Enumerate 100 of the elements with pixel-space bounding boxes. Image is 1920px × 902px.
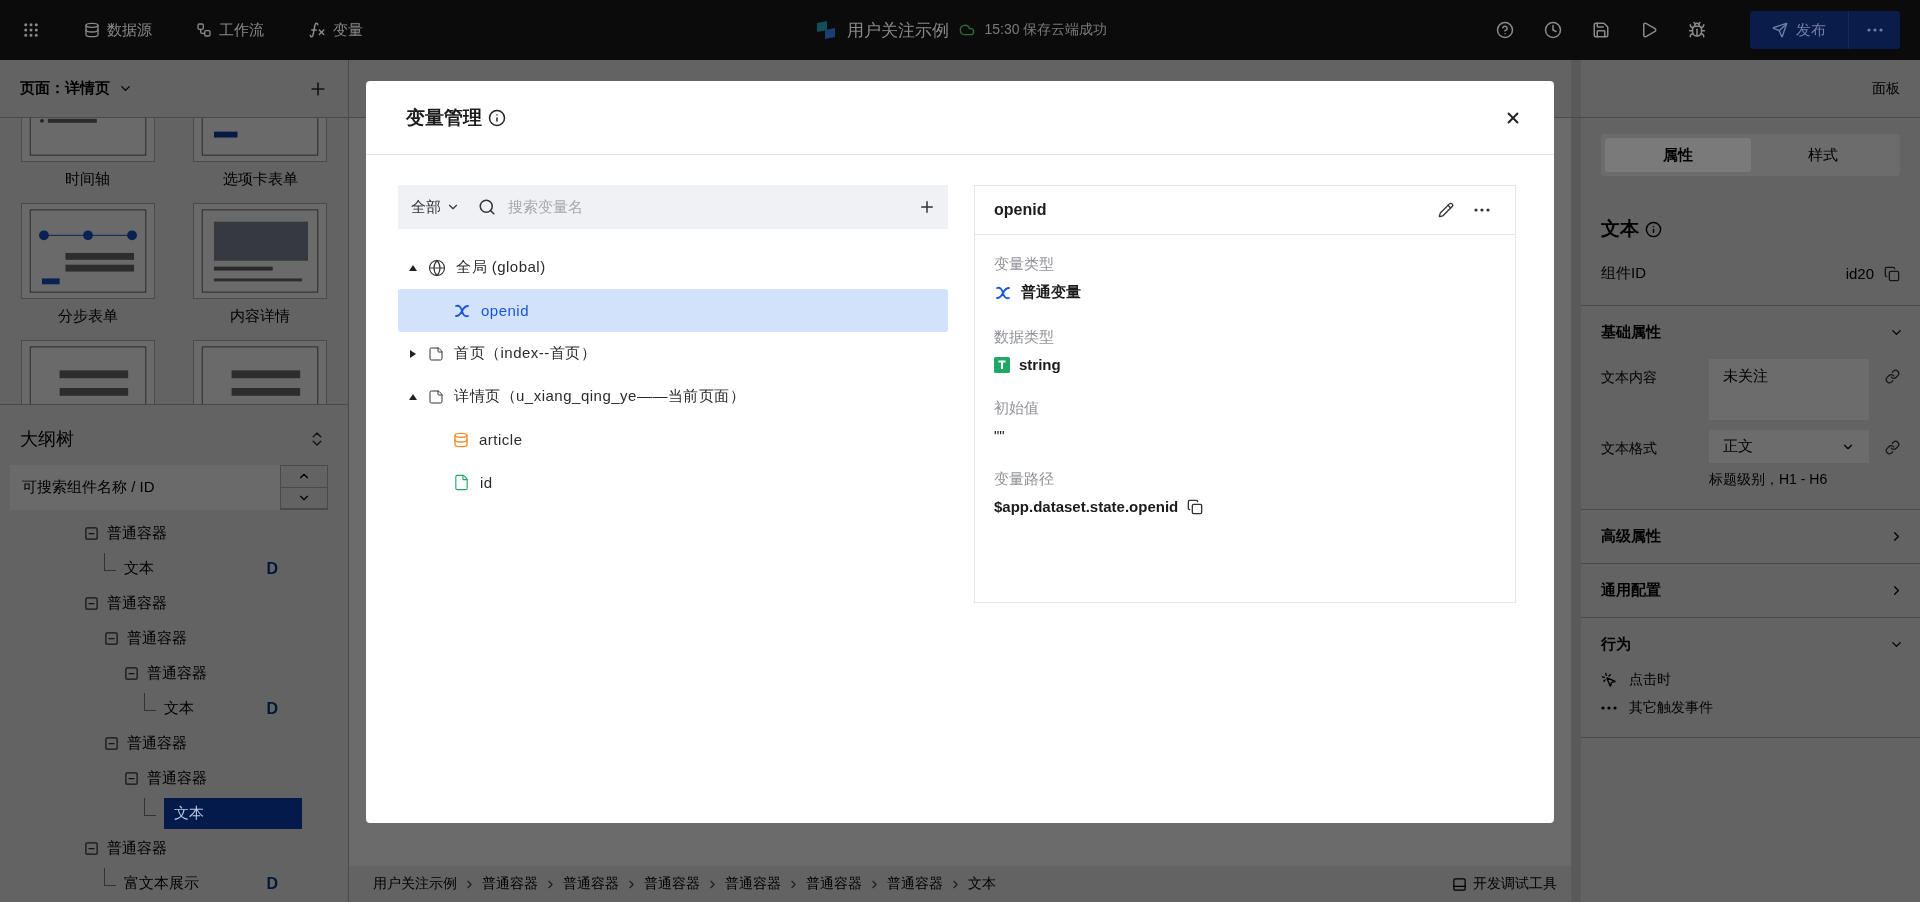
component-title: 文本 [1601,217,1639,241]
breadcrumb-link[interactable]: 普通容器 [806,875,862,893]
collapse-icon[interactable] [124,666,139,681]
variable-tree-item[interactable]: id [398,461,948,504]
copy-button[interactable] [1187,498,1204,515]
template-preview-drawing[interactable] [193,203,328,299]
collapse-icon[interactable] [104,736,119,751]
caret-right-icon[interactable] [408,348,418,359]
text-content-field[interactable]: 未关注 [1709,359,1869,420]
scope-tree-item[interactable]: 详情页（u_xiang_qing_ye——当前页面） [398,375,948,418]
collapse-icon[interactable] [124,771,139,786]
breadcrumb-link[interactable]: 普通容器 [644,875,700,893]
nav-item[interactable]: 变量 [308,20,363,40]
help-icon[interactable] [1496,21,1514,39]
text-type-icon [994,356,1010,373]
bind-link-icon[interactable] [1885,369,1900,384]
edit-button[interactable] [1438,202,1454,218]
section-header[interactable]: 通用配置 [1581,564,1920,617]
template-preview-drawing[interactable] [20,203,155,299]
page-selector[interactable]: 页面：详情页 [20,79,133,98]
detail-label: 数据类型 [994,328,1055,347]
scope-tree-item[interactable]: 全局 (global) [398,246,948,289]
outline-tree-item[interactable]: 文本 [164,699,194,718]
detail-label: 变量路径 [994,470,1055,489]
pointer-click-icon [1601,672,1617,688]
outline-title: 大纲树 [20,428,74,451]
panel-tab[interactable]: 样式 [1750,138,1896,172]
outline-tree-item[interactable]: 文本 [164,798,302,829]
scope-filter-dropdown[interactable]: 全部 [411,197,460,217]
more-icon [1601,706,1617,710]
add-variable-button[interactable] [918,198,936,216]
collapse-icon[interactable] [84,841,99,856]
field-label: 文本内容 [1601,368,1658,387]
app-logo-icon [814,19,837,41]
field-label: 文本格式 [1601,439,1658,458]
app-title: 用户关注示例 [846,19,949,42]
add-icon [918,198,936,216]
pencil-icon [1438,202,1454,218]
variable-tree-item[interactable]: article [398,418,948,461]
detail-label: 变量类型 [994,255,1055,274]
outline-tree-item[interactable]: 普通容器 [127,734,187,753]
file-icon [453,474,470,491]
database-icon [84,22,100,38]
variable-search-field[interactable]: 搜索变量名 [478,197,900,217]
collapse-icon[interactable] [84,596,99,611]
function-icon [308,21,326,39]
globe-icon [428,258,446,277]
panel-tab[interactable]: 属性 [1605,138,1751,172]
history-icon[interactable] [1544,21,1562,39]
detail-value: $app.dataset.state.openid [994,498,1179,515]
section-header[interactable]: 基础属性 [1581,306,1920,359]
bind-link-icon[interactable] [1885,440,1900,455]
workflow-icon [196,22,212,38]
play-icon[interactable] [1640,21,1658,39]
section-header[interactable]: 行为 [1581,618,1920,671]
copy-icon[interactable] [1884,265,1900,282]
panel-icon [1452,876,1467,892]
publish-button[interactable]: 发布 [1750,11,1848,49]
outline-search-field[interactable]: 可搜索组件名称 / ID [10,465,280,510]
dialog-title: 变量管理 [406,105,482,130]
variable-tree-item[interactable]: openid [398,289,948,332]
outline-tree-item[interactable]: 文本 [124,559,154,578]
text-format-select[interactable]: 正文 [1709,430,1869,463]
breadcrumb-link[interactable]: 普通容器 [725,875,781,893]
field-hint: 标题级别，H1 - H6 [1709,471,1829,489]
page-icon [428,388,444,405]
event-item[interactable]: 点击时 [1629,671,1671,689]
scope-tree-item[interactable]: 首页（index--首页） [398,332,948,375]
outline-tree-item[interactable]: 普通容器 [147,769,207,788]
section-header[interactable]: 高级属性 [1581,510,1920,563]
breadcrumb-link[interactable]: 用户关注示例 [373,875,457,893]
outline-tree-item[interactable]: 富文本展示 [124,874,199,893]
event-item[interactable]: 其它触发事件 [1629,699,1713,717]
save-icon[interactable] [1592,21,1610,39]
component-id-value: id20 [1845,265,1874,282]
collapse-icon[interactable] [104,631,119,646]
bug-icon[interactable] [1688,21,1706,39]
outline-tree-item[interactable]: 普通容器 [127,629,187,648]
breadcrumb-link[interactable]: 普通容器 [563,875,619,893]
outline-tree-item[interactable]: 普通容器 [107,524,167,543]
more-icon [1474,208,1490,212]
nav-item[interactable]: 数据源 [84,20,152,40]
collapse-icon[interactable] [84,526,99,541]
nav-item[interactable]: 工作流 [196,20,264,40]
info-icon [1645,220,1662,238]
page-icon [428,345,444,362]
detail-value: "" [994,427,1005,444]
breadcrumb-link[interactable]: 文本 [968,875,996,893]
devtools-button[interactable]: 开发调试工具 [1452,875,1557,893]
more-button[interactable] [1474,208,1490,212]
outline-tree-item[interactable]: 普通容器 [147,664,207,683]
outline-tree-item[interactable]: 普通容器 [107,839,167,858]
outline-tree-item[interactable]: 普通容器 [107,594,167,613]
detail-value: string [1019,356,1061,373]
breadcrumb-link[interactable]: 普通容器 [887,875,943,893]
component-id-label: 组件ID [1601,264,1646,283]
breadcrumb-link[interactable]: 普通容器 [482,875,538,893]
apps-grid-icon[interactable] [22,21,40,39]
template-label: 分步表单 [57,307,118,326]
save-status: 15:30 保存云端成功 [984,21,1108,39]
